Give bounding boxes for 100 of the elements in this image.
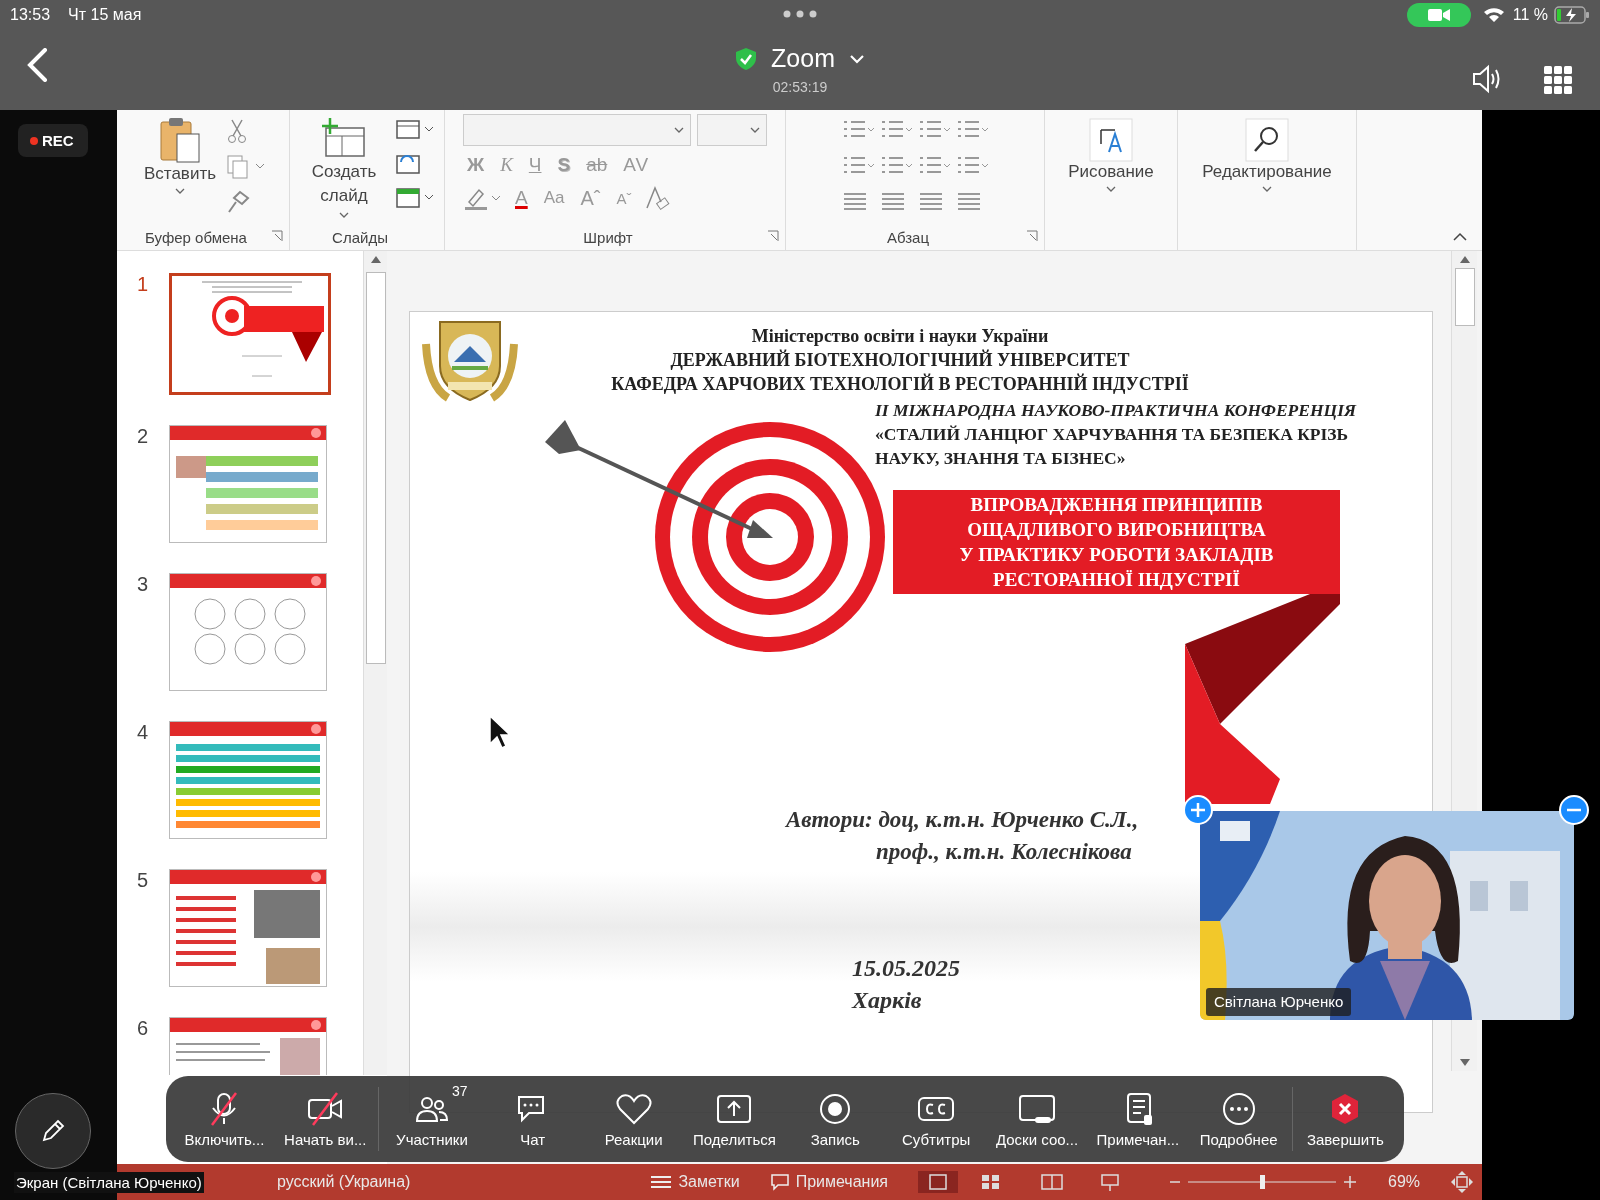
clear-format-icon[interactable] — [643, 184, 672, 212]
section-icon[interactable] — [395, 186, 435, 210]
more-icon[interactable] — [783, 10, 817, 18]
conference-line: II МІЖНАРОДНА НАУКОВО-ПРАКТИЧНА КОНФЕРЕНЦІЯ — [875, 399, 1356, 422]
title-line: ОЩАДЛИВОГО ВИРОБНИЦТВА — [966, 518, 1267, 542]
notes-icon — [650, 1174, 673, 1190]
toolbar-button[interactable]: Чат — [484, 1090, 581, 1148]
meeting-timer: 02:53:19 — [772, 79, 828, 95]
header-line: Міністерство освіти і науки України — [750, 325, 1050, 348]
meeting-title[interactable]: Zoom — [771, 44, 835, 73]
scroll-thumb[interactable] — [365, 272, 386, 664]
scroll-up-icon[interactable] — [1459, 256, 1470, 263]
back-icon[interactable] — [26, 48, 48, 82]
video-tile[interactable]: Світлана Юрченко — [1200, 811, 1574, 1020]
slide-number: 2 — [137, 425, 147, 448]
slide-number: 6 — [137, 1017, 147, 1040]
new-slide-icon — [320, 116, 368, 160]
title-line: РЕСТОРАННОЇ ІНДУСТРІЇ — [992, 568, 1241, 592]
battery-icon — [1554, 6, 1590, 24]
cut-icon[interactable] — [226, 118, 249, 144]
authors-line: проф., к.т.н. Колеснікова — [875, 838, 1133, 866]
end-meeting-button[interactable]: Завершить — [1297, 1090, 1394, 1148]
participant-name: Світлана Юрченко — [1206, 988, 1352, 1016]
group-label: Шрифт — [582, 229, 634, 246]
clock-time: 13:53 — [10, 6, 51, 24]
slide-thumbnail[interactable] — [169, 573, 327, 691]
pencil-icon — [40, 1118, 66, 1144]
toolbar-button[interactable]: Включить... — [176, 1090, 273, 1148]
battery-percent: 11 % — [1512, 6, 1548, 24]
conference-line: НАУКУ, ЗНАННЯ ТА БІЗНЕС» — [875, 447, 1127, 470]
header-line: КАФЕДРА ХАРЧОВИХ ТЕХНОЛОГІЙ В РЕСТОРАННІЙ ІНДУСТРІЇ — [610, 372, 1190, 396]
wifi-icon — [1482, 7, 1505, 23]
scrollbar[interactable] — [363, 251, 387, 1075]
caret-icon — [750, 127, 760, 133]
notes-button[interactable]: Заметки — [650, 1173, 740, 1191]
font-size-field[interactable] — [697, 114, 767, 146]
toolbar-button[interactable]: Поделиться — [686, 1090, 783, 1148]
slide-thumbnail[interactable] — [169, 273, 331, 395]
slide-thumbnail[interactable] — [169, 869, 327, 987]
toolbar-button[interactable]: Реакции — [585, 1090, 682, 1148]
caret-icon — [674, 127, 684, 133]
add-icon[interactable] — [1183, 795, 1213, 825]
zoom-level[interactable]: 69% — [1388, 1173, 1421, 1191]
group-label: Буфер обмена — [144, 229, 248, 246]
toolbar-button[interactable]: Субтитры — [888, 1090, 985, 1148]
date-text: 15.05.2025 — [852, 954, 960, 983]
dialog-launcher-icon[interactable] — [767, 230, 779, 242]
search-icon — [1245, 118, 1289, 162]
new-slide-button[interactable]: Создать слайд — [299, 114, 389, 224]
comments-button[interactable]: Примечания — [769, 1173, 888, 1191]
conference-line: «СТАЛИЙ ЛАНЦЮГ ХАРЧУВАННЯ ТА БЕЗПЕКА КРІЗЬ — [875, 423, 1350, 446]
drawing-icon — [1089, 118, 1133, 162]
scroll-thumb[interactable] — [1454, 268, 1475, 326]
toolbar-button[interactable]: Начать ви... — [277, 1090, 374, 1148]
font-name-field[interactable] — [463, 114, 691, 146]
date-text: Чт 15 мая — [68, 6, 142, 24]
apps-grid-icon[interactable] — [1544, 66, 1572, 94]
drawing-button[interactable]: Рисование — [1064, 116, 1158, 198]
screen-share-label: Экран (Світлана Юрченко) — [14, 1172, 204, 1193]
slide-number: 3 — [137, 573, 147, 596]
slide-number: 1 — [137, 273, 147, 296]
fit-to-window-icon[interactable] — [1450, 1170, 1475, 1194]
caret-icon — [175, 188, 185, 194]
caret-icon — [1106, 186, 1116, 192]
chevron-down-icon[interactable] — [848, 53, 865, 64]
toolbar-button[interactable]: Подробнее — [1190, 1090, 1287, 1148]
dialog-launcher-icon[interactable] — [1026, 230, 1038, 242]
group-label: Абзац — [885, 229, 931, 246]
scroll-up-icon[interactable] — [370, 256, 381, 263]
scroll-down-icon[interactable] — [1459, 1059, 1470, 1066]
editing-button[interactable]: Редактирование — [1198, 116, 1336, 198]
slide-number: 4 — [137, 721, 147, 744]
slider-thumb[interactable] — [1260, 1175, 1265, 1189]
camera-indicator — [1406, 3, 1471, 27]
paste-button[interactable]: Вставить — [139, 114, 221, 200]
recording-badge: REC — [18, 124, 88, 157]
caret-icon — [339, 212, 349, 218]
header-line: ДЕРЖАВНИЙ БІОТЕХНОЛОГІЧНИЙ УНІВЕРСИТЕТ — [669, 348, 1131, 372]
minimize-icon[interactable] — [1559, 795, 1589, 825]
toolbar-button[interactable]: Запись — [787, 1090, 884, 1148]
clipboard-icon — [158, 116, 202, 164]
participant-count: 37 — [451, 1082, 468, 1099]
caret-icon — [1262, 186, 1272, 192]
collapse-ribbon-icon[interactable] — [1452, 232, 1468, 242]
toolbar-button[interactable]: Доски соо... — [989, 1090, 1085, 1148]
zoom-slider[interactable] — [1168, 1172, 1358, 1192]
slide-thumbnail[interactable] — [169, 721, 327, 839]
slide-thumbnail[interactable] — [169, 425, 327, 543]
city-text: Харків — [852, 986, 923, 1015]
toolbar-button[interactable]: Примечан... — [1089, 1090, 1186, 1148]
group-label: Слайды — [331, 229, 389, 246]
shield-icon — [735, 46, 758, 71]
comment-icon — [769, 1173, 790, 1191]
language-indicator[interactable]: русский (Украина) — [277, 1173, 411, 1191]
authors-line: Автори: доц, к.т.н. Юрченко С.Л., — [786, 806, 1139, 834]
title-line: ВПРОВАДЖЕННЯ ПРИНЦИПІВ — [969, 493, 1264, 517]
layout-icon[interactable] — [395, 118, 435, 142]
mouse-cursor-icon — [488, 714, 510, 750]
slide-number: 5 — [137, 869, 147, 892]
dialog-launcher-icon[interactable] — [271, 230, 283, 242]
